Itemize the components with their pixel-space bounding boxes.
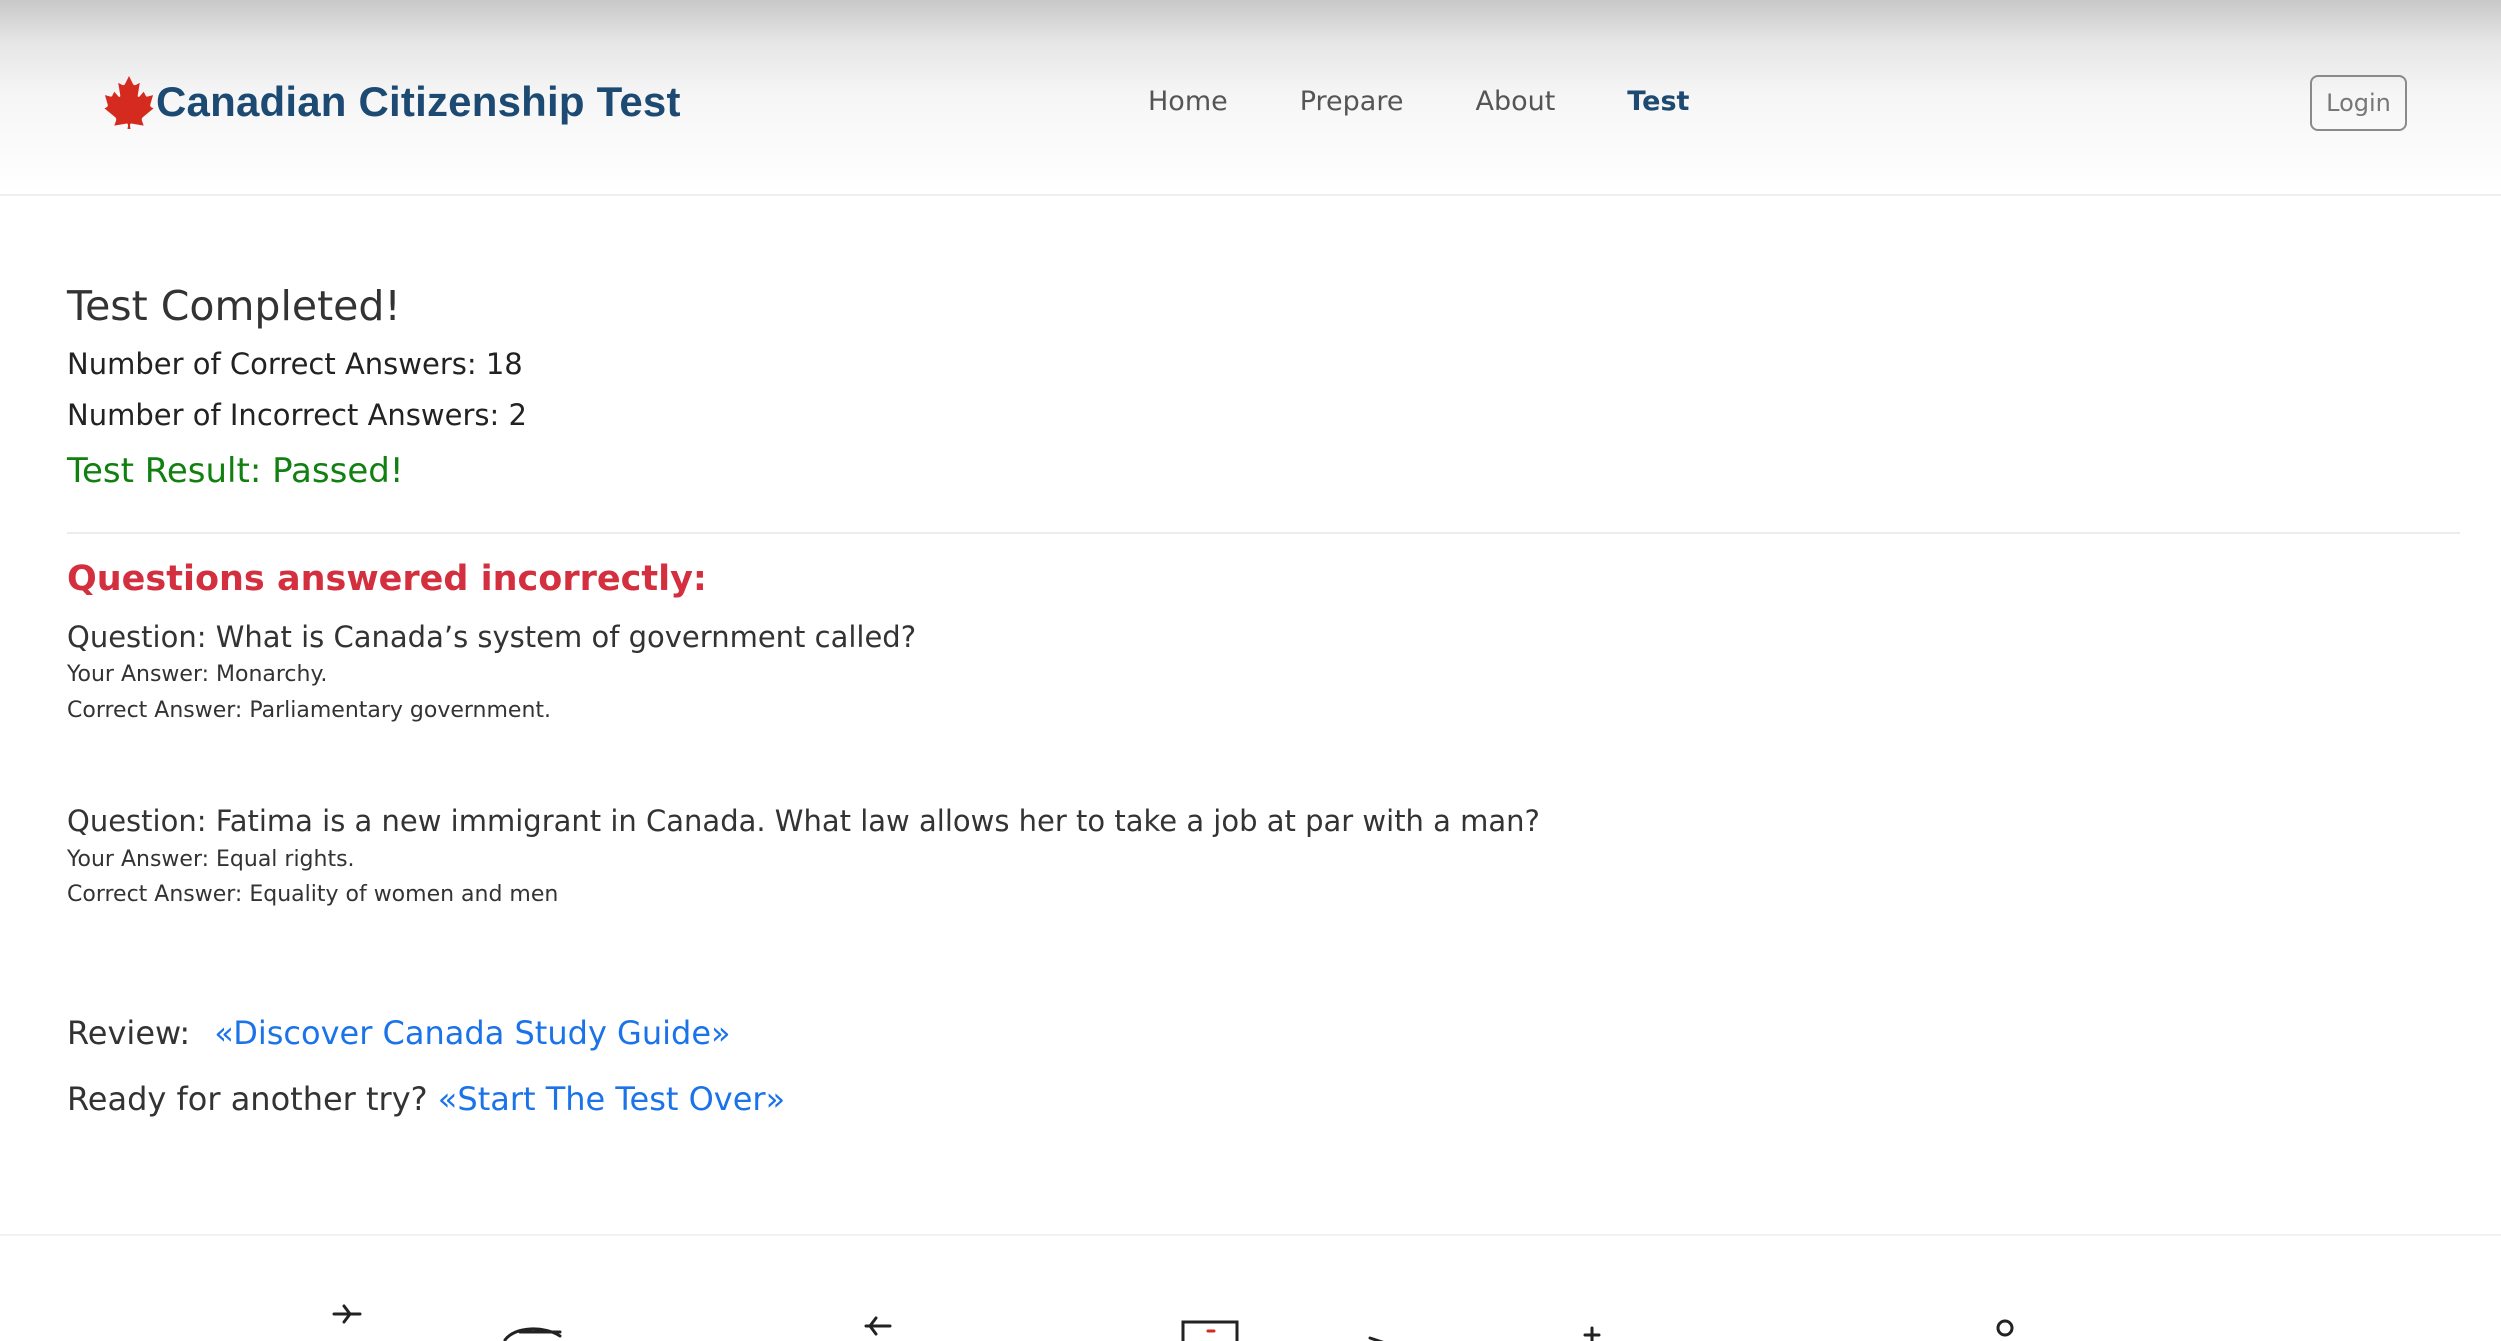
question-text: Question: What is Canada’s system of gov… bbox=[67, 619, 917, 654]
navbar: Canadian Citizenship Test Home Prepare A… bbox=[0, 0, 2501, 196]
incorrect-question-item: Question: What is Canada’s system of gov… bbox=[67, 620, 2460, 726]
brand-title: Canadian Citizenship Test bbox=[156, 78, 681, 125]
correct-answers-count: Number of Correct Answers: 18 bbox=[67, 347, 523, 382]
test-completed-heading: Test Completed! bbox=[67, 282, 401, 330]
incorrect-questions-heading: Questions answered incorrectly: bbox=[67, 558, 707, 599]
your-answer: Your Answer: Monarchy. bbox=[67, 662, 328, 688]
maple-leaf-icon bbox=[104, 75, 154, 129]
incorrect-answers-count: Number of Incorrect Answers: 2 bbox=[67, 397, 527, 432]
nav-test[interactable]: Test bbox=[1627, 82, 1689, 121]
study-guide-link[interactable]: «Discover Canada Study Guide» bbox=[214, 1014, 730, 1052]
decorative-sketch-icons bbox=[332, 1304, 2014, 1341]
nav-about[interactable]: About bbox=[1475, 82, 1555, 121]
main-nav: Home Prepare About Test bbox=[1148, 82, 1761, 121]
footer-decoration bbox=[0, 1234, 2501, 1341]
incorrect-question-item: Question: Fatima is a new immigrant in C… bbox=[67, 804, 2460, 910]
section-divider bbox=[67, 531, 2460, 534]
your-answer: Your Answer: Equal rights. bbox=[67, 846, 355, 872]
login-button[interactable]: Login bbox=[2310, 75, 2407, 131]
retry-label: Ready for another try? bbox=[67, 1080, 428, 1119]
correct-answer: Correct Answer: Equality of women and me… bbox=[67, 882, 559, 908]
results-content: Test Completed! Number of Correct Answer… bbox=[67, 270, 2460, 1119]
review-label: Review: bbox=[67, 1013, 191, 1052]
review-row: Review: «Discover Canada Study Guide» bbox=[67, 1014, 2460, 1052]
question-text: Question: Fatima is a new immigrant in C… bbox=[67, 803, 1540, 838]
nav-home[interactable]: Home bbox=[1148, 82, 1228, 121]
start-test-over-link[interactable]: «Start The Test Over» bbox=[438, 1080, 785, 1118]
brand-home-link[interactable]: Canadian Citizenship Test bbox=[104, 72, 681, 132]
correct-answer: Correct Answer: Parliamentary government… bbox=[67, 698, 552, 724]
test-result-status: Test Result: Passed! bbox=[67, 450, 404, 491]
nav-prepare[interactable]: Prepare bbox=[1300, 82, 1404, 121]
retry-row: Ready for another try? «Start The Test O… bbox=[67, 1080, 2460, 1118]
